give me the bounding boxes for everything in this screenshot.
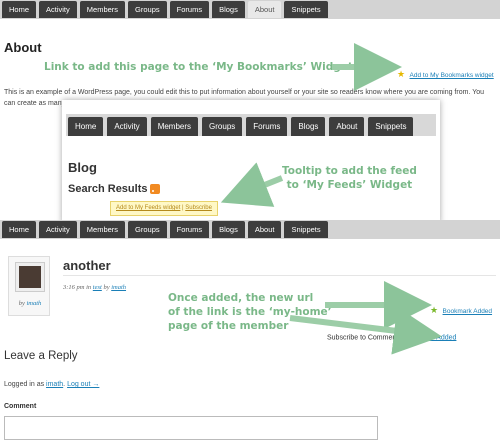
- annotation-arrows: [220, 43, 442, 355]
- arrow-to-tooltip: [220, 162, 284, 207]
- arrow-to-feed-added: [289, 306, 442, 355]
